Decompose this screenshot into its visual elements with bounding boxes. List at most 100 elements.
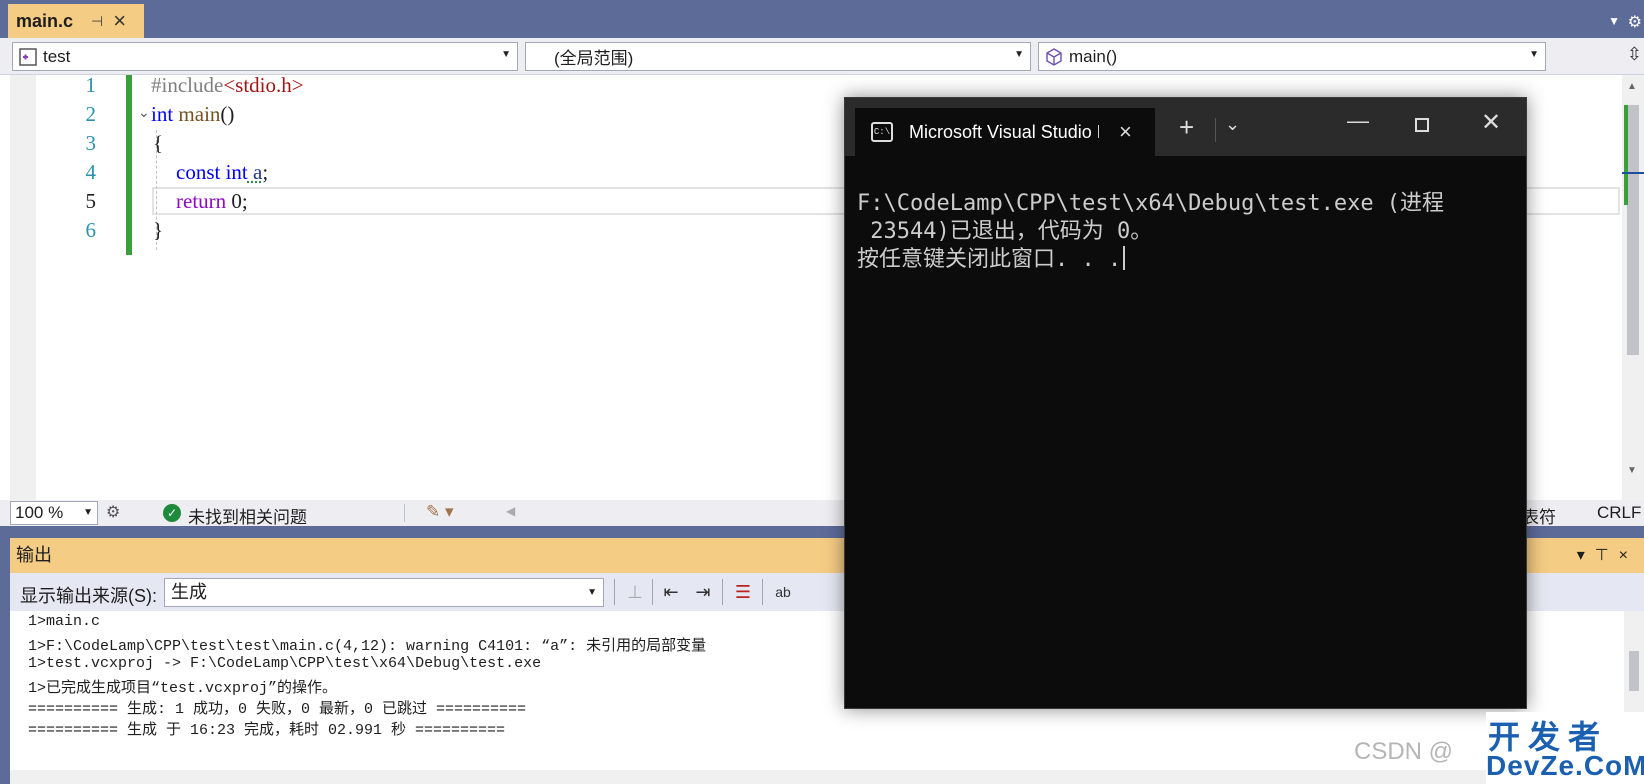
maximize-icon[interactable]: [1415, 118, 1429, 132]
output-line: 1>已完成生成项目“test.vcxproj”的操作。: [28, 680, 338, 697]
issues-status[interactable]: 未找到相关问题: [188, 503, 307, 528]
panel-window-buttons[interactable]: ▾⊤×: [1577, 538, 1638, 573]
project-icon: [19, 47, 37, 66]
preprocessor-token: #include: [151, 73, 224, 97]
chevron-down-icon: ▼: [587, 587, 597, 598]
previous-message-icon[interactable]: ⇤: [658, 579, 684, 605]
divider: [1215, 118, 1216, 142]
output-line: 1>F:\CodeLamp\CPP\test\test\main.c(4,12)…: [28, 638, 707, 655]
minimize-icon[interactable]: —: [1347, 108, 1369, 134]
divider: [722, 579, 723, 605]
line-number: 6: [85, 218, 97, 242]
doc-tab-title: main.c: [16, 10, 74, 31]
console-window[interactable]: C:\ Microsoft Visual Studio Debug Consol…: [844, 97, 1527, 709]
pin-icon[interactable]: ⊣: [91, 13, 103, 30]
clear-all-icon[interactable]: ☰: [730, 579, 756, 605]
line-number: 3: [85, 131, 97, 155]
member-dropdown[interactable]: main() ▼: [1038, 42, 1546, 71]
terminal-icon: C:\: [871, 122, 893, 142]
divider: [762, 579, 763, 605]
scope-dropdown[interactable]: (全局范围) ▼: [525, 42, 1031, 71]
chevron-down-icon: ▼: [501, 49, 511, 60]
chevron-down-icon: ▼: [83, 507, 93, 518]
line-number: 5: [85, 189, 97, 213]
console-titlebar[interactable]: C:\ Microsoft Visual Studio Debug Consol…: [845, 98, 1526, 156]
close-icon[interactable]: ×: [1619, 547, 1638, 564]
code-line[interactable]: 1 #include<stdio.h>: [0, 70, 1620, 100]
scrollbar-thumb[interactable]: [1629, 651, 1639, 691]
output-line: ========== 生成: 1 成功，0 失败，0 最新，0 已跳过 ====…: [28, 701, 527, 718]
editor-vertical-scrollbar[interactable]: ▲ ▼: [1622, 75, 1644, 500]
divider: [614, 579, 615, 605]
keyword-token: int: [151, 102, 174, 126]
output-source-dropdown[interactable]: 生成 ▼: [164, 578, 604, 607]
chevron-down-icon: ▼: [1014, 49, 1024, 60]
gear-icon[interactable]: ⚙: [1628, 12, 1642, 32]
output-source-label: 显示输出来源(S):: [20, 586, 157, 606]
brace-token: {: [153, 131, 164, 155]
pin-icon[interactable]: ⊤: [1595, 547, 1619, 564]
line-number: 4: [85, 160, 97, 184]
output-line: 1>main.c: [28, 613, 101, 630]
line-number: 1: [85, 73, 97, 97]
line-number: 2: [85, 102, 97, 126]
console-tab[interactable]: C:\ Microsoft Visual Studio Debug Consol…: [855, 108, 1155, 156]
output-title-text: 输出: [16, 545, 52, 565]
close-tab-icon[interactable]: ×: [1119, 119, 1132, 145]
console-line: F:\CodeLamp\CPP\test\x64\Debug\test.exe …: [857, 191, 1445, 216]
scroll-up-icon[interactable]: ▲: [1627, 81, 1637, 92]
csdn-watermark: CSDN @: [1354, 738, 1454, 765]
zoom-value: 100 %: [15, 503, 64, 522]
code-cleanup-brush-icon[interactable]: ✎ ▾: [426, 502, 454, 522]
output-source-value: 生成: [171, 582, 207, 602]
chevron-down-icon[interactable]: ⌄: [1225, 114, 1240, 135]
console-line: 23544)已退出，代码为 0。: [857, 219, 1153, 244]
output-line: ========== 生成 于 16:23 完成，耗时 02.991 秒 ===…: [28, 722, 506, 739]
check-circle-icon: ✓: [163, 504, 181, 522]
close-tab-icon[interactable]: ×: [113, 10, 126, 32]
close-icon[interactable]: ✕: [1481, 108, 1501, 137]
scroll-left-icon[interactable]: ◀: [506, 504, 515, 518]
split-window-icon[interactable]: ⇳: [1627, 44, 1642, 65]
output-line: 1>test.vcxproj -> F:\CodeLamp\CPP\test\x…: [28, 655, 542, 672]
new-tab-icon[interactable]: +: [1179, 112, 1194, 143]
text-cursor: [1123, 246, 1126, 270]
chevron-down-icon[interactable]: ▾: [1577, 547, 1595, 564]
keyword-token: const int: [176, 160, 248, 184]
tabs-indicator[interactable]: 表符: [1522, 503, 1556, 528]
member-value: main(): [1069, 46, 1118, 66]
control-keyword-token: return: [176, 189, 227, 213]
intellicode-icon[interactable]: ⚙: [106, 502, 120, 522]
logo-bottom-text: DevZe.CoM: [1486, 750, 1644, 781]
chevron-down-icon: ▼: [1529, 49, 1539, 60]
scrollbar-thumb[interactable]: [1627, 105, 1639, 355]
line-ending-indicator[interactable]: CRLF: [1597, 503, 1641, 523]
divider: [404, 504, 405, 522]
doc-tab-main-c[interactable]: main.c ⊣ ×: [8, 4, 144, 38]
zoom-dropdown[interactable]: 100 % ▼: [10, 501, 98, 525]
function-name-token: main: [173, 102, 221, 126]
project-dropdown[interactable]: test ▼: [12, 42, 518, 71]
document-tab-strip: main.c ⊣ × ▼ ⚙: [0, 0, 1644, 38]
next-message-icon[interactable]: ⇥: [690, 579, 716, 605]
variable-token: a: [247, 160, 263, 184]
scrollbar-change-marker: [1624, 105, 1628, 205]
find-message-icon[interactable]: ⊥: [622, 579, 648, 605]
console-output[interactable]: F:\CodeLamp\CPP\test\x64\Debug\test.exe …: [857, 190, 1444, 274]
scope-value: (全局范围): [554, 49, 634, 68]
brace-token: }: [153, 218, 164, 242]
devze-logo: 开发者 DevZe.CoM: [1486, 712, 1644, 784]
word-wrap-icon[interactable]: ab: [770, 579, 796, 605]
punctuation-token: ;: [262, 160, 269, 184]
tab-overflow-icon[interactable]: ▼: [1608, 14, 1620, 28]
punctuation-token: (): [220, 102, 235, 126]
divider: [652, 579, 653, 605]
scrollbar-caret-marker: [1622, 172, 1644, 174]
function-cube-icon: [1045, 47, 1063, 66]
output-horizontal-scrollbar[interactable]: [10, 770, 1624, 784]
literal-token: 0;: [226, 189, 248, 213]
project-name: test: [43, 46, 71, 66]
fold-chevron-icon[interactable]: ⌄: [138, 99, 150, 129]
console-title: Microsoft Visual Studio Debug Console: [909, 121, 1099, 142]
scroll-down-icon[interactable]: ▼: [1627, 465, 1637, 476]
